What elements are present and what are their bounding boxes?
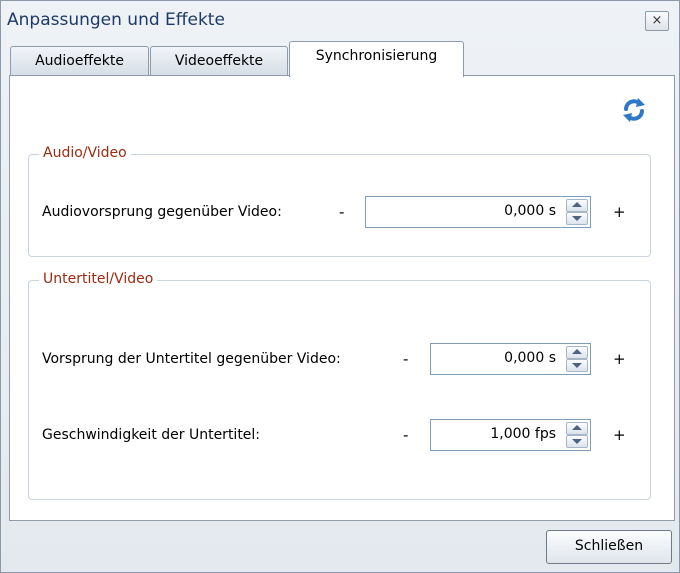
spin-down-button[interactable] <box>566 435 588 448</box>
group-title-subtitle-video: Untertitel/Video <box>39 271 158 287</box>
subtitle-speed-spinbox[interactable]: 1,000 fps <box>430 419 591 451</box>
arrow-up-icon <box>572 349 582 354</box>
subtitle-speed-label: Geschwindigkeit der Untertitel: <box>42 427 261 443</box>
group-title-audio-video: Audio/Video <box>39 145 131 161</box>
spin-up-button[interactable] <box>566 346 588 359</box>
audio-delay-spinbox[interactable]: 0,000 s <box>365 196 591 228</box>
tab-audioeffekte[interactable]: Audioeffekte <box>10 46 149 75</box>
spin-buttons <box>566 422 588 448</box>
window-title: Anpassungen und Effekte <box>7 10 225 30</box>
subtitle-delay-spinbox[interactable]: 0,000 s <box>430 343 591 375</box>
arrow-up-icon <box>572 425 582 430</box>
tab-videoeffekte[interactable]: Videoeffekte <box>150 46 288 75</box>
arrow-up-icon <box>572 202 582 207</box>
spin-up-button[interactable] <box>566 422 588 435</box>
spin-down-button[interactable] <box>566 212 588 225</box>
audio-delay-plus[interactable]: + <box>613 203 626 221</box>
subtitle-delay-label: Vorsprung der Untertitel gegenüber Video… <box>42 351 341 367</box>
spin-up-button[interactable] <box>566 199 588 212</box>
tab-panel-synchronisierung: Audio/Video Audiovorsprung gegenüber Vid… <box>9 75 675 521</box>
arrow-down-icon <box>572 216 582 221</box>
close-button[interactable]: Schließen <box>546 530 672 564</box>
subtitle-speed-plus[interactable]: + <box>613 426 626 444</box>
title-bar[interactable]: Anpassungen und Effekte × <box>1 1 679 39</box>
audio-delay-label: Audiovorsprung gegenüber Video: <box>42 204 282 220</box>
spin-down-button[interactable] <box>566 359 588 372</box>
subtitle-video-group: Untertitel/Video Vorsprung der Untertite… <box>28 271 651 500</box>
spin-buttons <box>566 346 588 372</box>
arrow-down-icon <box>572 439 582 444</box>
arrow-down-icon <box>572 363 582 368</box>
window-close-button[interactable]: × <box>645 11 669 31</box>
refresh-icon[interactable] <box>620 96 648 124</box>
dialog-window: Anpassungen und Effekte × Audioeffekte V… <box>0 0 680 573</box>
audio-delay-value[interactable]: 0,000 s <box>504 203 556 219</box>
subtitle-delay-value[interactable]: 0,000 s <box>504 350 556 366</box>
spin-buttons <box>566 199 588 225</box>
audio-delay-minus[interactable]: - <box>339 203 344 221</box>
tab-synchronisierung[interactable]: Synchronisierung <box>289 41 464 77</box>
subtitle-speed-minus[interactable]: - <box>403 426 408 444</box>
subtitle-delay-minus[interactable]: - <box>403 350 408 368</box>
audio-video-group: Audio/Video Audiovorsprung gegenüber Vid… <box>28 145 651 257</box>
subtitle-delay-plus[interactable]: + <box>613 350 626 368</box>
subtitle-speed-value[interactable]: 1,000 fps <box>490 426 556 442</box>
